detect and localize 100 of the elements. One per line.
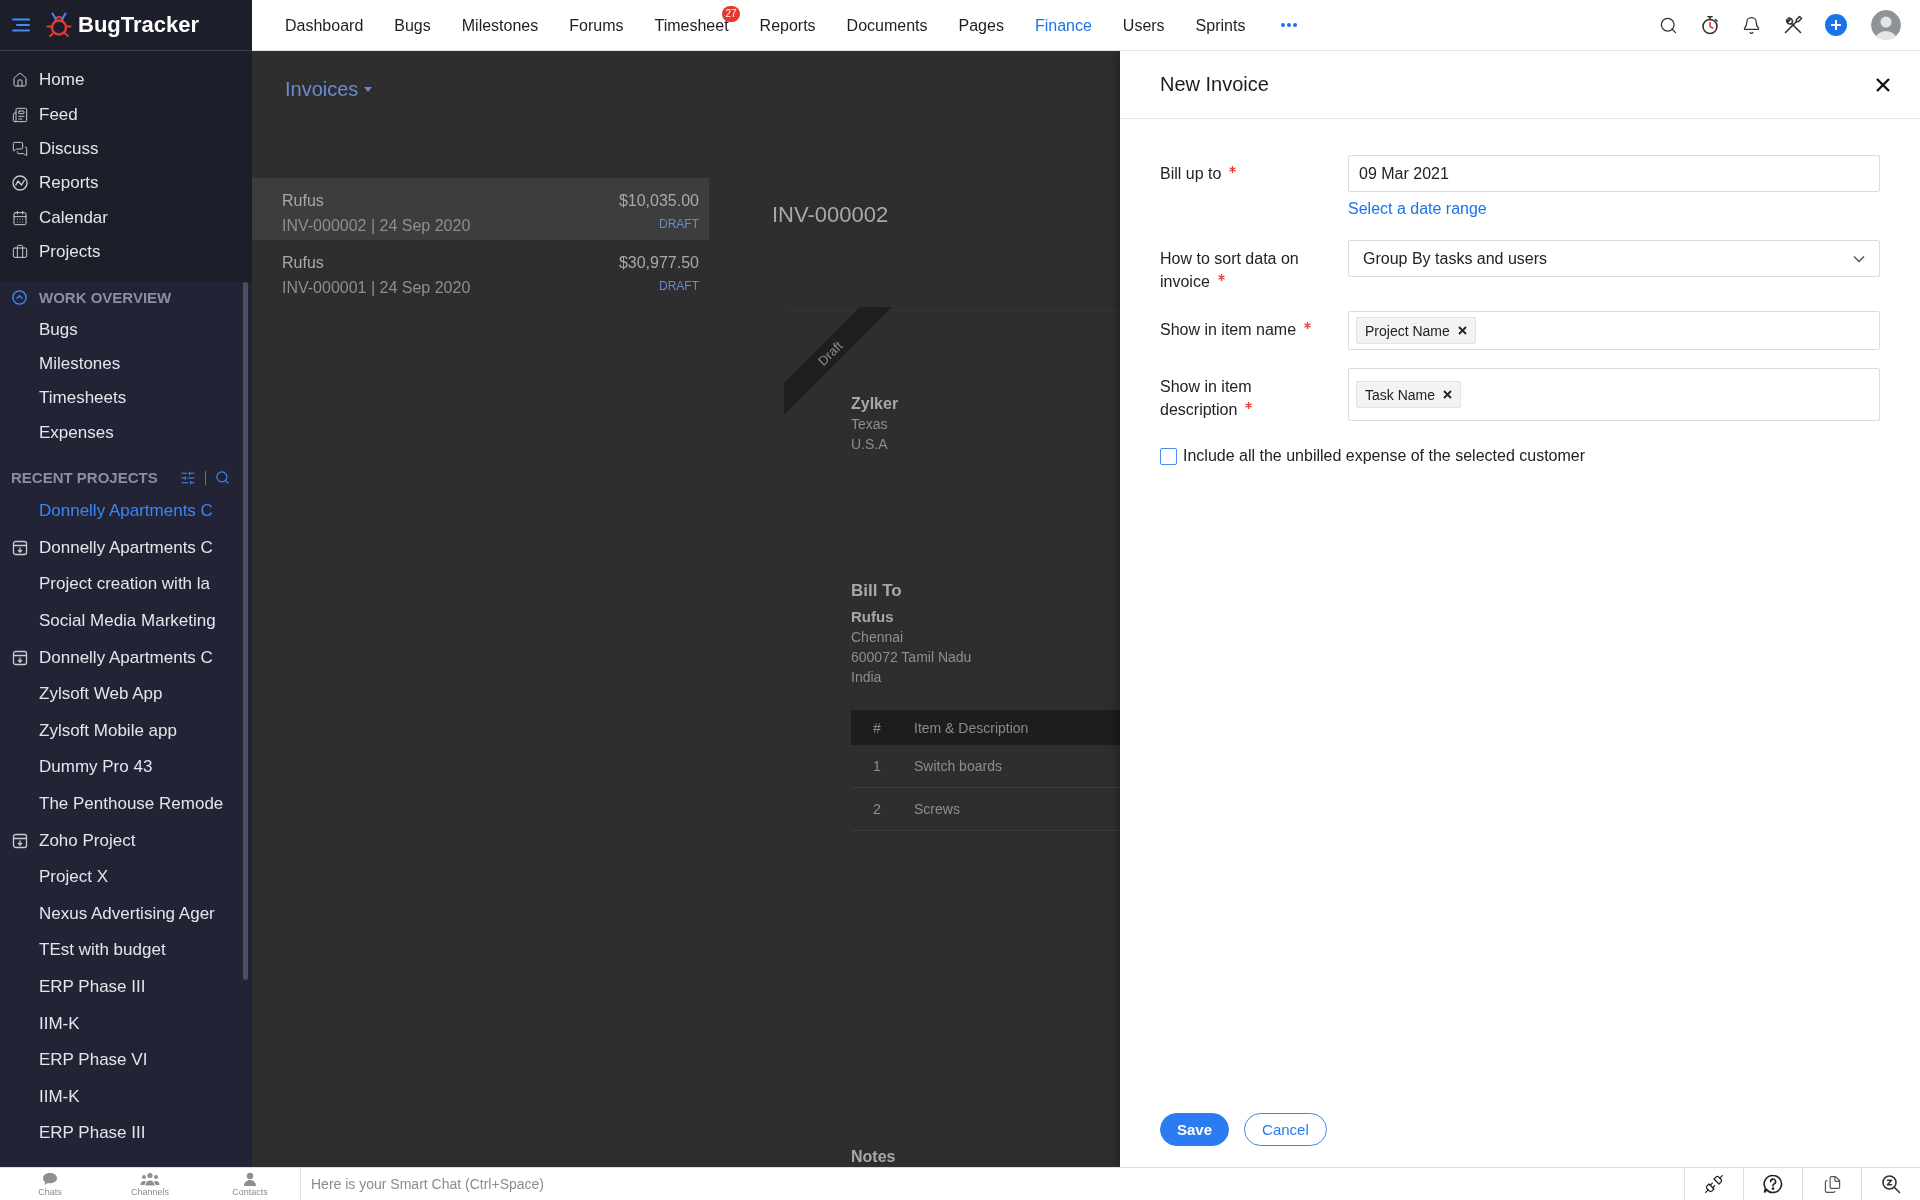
project-item[interactable]: Zylsoft Mobile app [0, 712, 252, 750]
tags-field[interactable]: Task Name [1348, 368, 1880, 421]
nav-tab[interactable]: Documents [846, 15, 928, 35]
sidebar-item[interactable]: Milestones [0, 346, 252, 382]
address-line: Texas [851, 415, 888, 434]
help-icon[interactable] [1763, 1174, 1783, 1194]
project-item[interactable]: The Penthouse Remode [0, 785, 252, 823]
chevron-up-circle-icon[interactable] [12, 289, 27, 305]
nav-tab[interactable]: Milestones [461, 15, 539, 35]
menu-icon[interactable] [12, 18, 30, 32]
newspaper-icon [12, 106, 28, 123]
sidebar-item[interactable]: Calendar [0, 200, 252, 235]
remove-icon[interactable] [1457, 326, 1467, 335]
invoice-row[interactable]: Rufus $10,035.00 INV-000002 | 24 Sep 2020 DRAFT [252, 178, 709, 240]
project-item[interactable]: Social Media Marketing [0, 602, 252, 640]
project-item[interactable]: TEst with budget [0, 932, 252, 969]
date-field[interactable]: 09 Mar 2021 [1348, 155, 1880, 192]
column-header: Item & Description [914, 719, 1029, 736]
project-item[interactable]: Project creation with la [0, 566, 252, 603]
sidebar-item[interactable]: Projects [0, 234, 252, 270]
project-item[interactable]: Donnelly Apartments C [0, 639, 252, 676]
cancel-button[interactable]: Cancel [1244, 1113, 1327, 1146]
project-item[interactable]: Zoho Project [0, 822, 252, 859]
invoice-reference: INV-000001 | 24 Sep 2020 [282, 277, 471, 298]
zoom-search-icon[interactable] [1881, 1174, 1901, 1194]
avatar-icon[interactable] [1871, 10, 1901, 40]
table-cell-text: 2 [872, 801, 882, 817]
section-title: RECENT PROJECTS [11, 469, 158, 487]
close-icon[interactable] [1876, 77, 1890, 92]
project-item[interactable]: ERP Phase VI [0, 1041, 252, 1079]
tag-chip[interactable]: Project Name [1356, 317, 1476, 344]
scrollbar[interactable] [243, 282, 248, 980]
status-label: DRAFT [659, 215, 699, 233]
sort-select[interactable]: Group By tasks and users [1348, 240, 1880, 277]
bell-icon[interactable] [1742, 15, 1761, 35]
project-item[interactable]: IIM-K [0, 1005, 252, 1042]
nav-tab[interactable]: Bugs [394, 15, 431, 35]
address-line: 600072 Tamil Nadu [851, 648, 972, 667]
save-button[interactable]: Save [1160, 1113, 1230, 1146]
invoice-number: INV-000002 [772, 202, 889, 228]
sidebar-item[interactable]: Reports [0, 166, 252, 201]
checkbox-label: Include all the unbilled expense of the selected customer [1183, 447, 1586, 465]
archive-box-icon [12, 832, 28, 849]
chat-tab[interactable]: Chats [0, 1168, 100, 1200]
project-item[interactable]: Zylsoft Web App [0, 675, 252, 713]
project-item[interactable]: Nexus Advertising Ager [0, 895, 252, 933]
remove-icon[interactable] [1443, 390, 1453, 399]
add-icon[interactable] [1825, 14, 1847, 36]
nav-tab[interactable]: Users [1122, 15, 1165, 35]
nav-tab[interactable]: Pages [958, 15, 1004, 35]
table-cell-text: 1 [872, 758, 882, 774]
chat-tab[interactable]: Contacts [200, 1168, 300, 1200]
nav-tab[interactable]: Timesheet 27 [654, 5, 740, 45]
customer-name: Rufus [282, 253, 324, 273]
field-label: Show in item description [1160, 377, 1254, 420]
chat-tab[interactable]: Channels [100, 1168, 200, 1200]
required-asterisk-icon [1245, 402, 1253, 409]
project-item[interactable]: Project X [0, 858, 252, 896]
sidebar-item[interactable]: Feed [0, 97, 252, 132]
stopwatch-icon[interactable] [1700, 15, 1720, 35]
project-item[interactable]: Donnelly Apartments C [0, 529, 252, 567]
sidebar-item[interactable]: Expenses [0, 415, 252, 450]
sidebar-item[interactable]: Home [0, 63, 252, 98]
company-name: Zylker [851, 394, 899, 414]
checkbox[interactable] [1160, 447, 1177, 465]
project-item[interactable]: ERP Phase III [0, 1115, 252, 1152]
project-item[interactable]: IIM-K [0, 1078, 252, 1115]
nav-tab[interactable]: Forums [569, 15, 624, 35]
project-item[interactable]: Dummy Pro 43 [0, 749, 252, 786]
unplug-icon[interactable] [1704, 1174, 1724, 1194]
caret-icon [364, 86, 373, 92]
more-icon[interactable] [1281, 23, 1298, 27]
address-line: U.S.A [851, 435, 888, 454]
status-label: DRAFT [659, 277, 699, 295]
project-item[interactable]: Donnelly Apartments C [0, 492, 252, 530]
project-item[interactable]: ERP Phase III [0, 968, 252, 1006]
sidebar-item[interactable]: Timesheets [0, 381, 252, 416]
sidebar-item[interactable]: Bugs [0, 312, 252, 347]
documents-icon[interactable] [1822, 1174, 1842, 1194]
tag-chip[interactable]: Task Name [1356, 381, 1462, 408]
tags-field[interactable]: Project Name [1348, 311, 1880, 350]
sidebar-item[interactable]: Discuss [0, 131, 252, 167]
person-icon [243, 1172, 257, 1186]
sliders-icon[interactable] [180, 469, 196, 486]
column-header: # [872, 719, 882, 736]
people-group-icon [140, 1172, 160, 1186]
invoice-reference: INV-000002 | 24 Sep 2020 [282, 215, 471, 236]
bug-icon [46, 12, 72, 38]
nav-tab[interactable]: Dashboard [285, 15, 364, 35]
nav-tab[interactable]: Finance [1034, 15, 1092, 35]
invoice-amount: $30,977.50 [618, 253, 699, 273]
date-range-link[interactable]: Select a date range [1348, 199, 1487, 219]
count-badge: 27 [722, 5, 740, 22]
tools-icon[interactable] [1783, 15, 1803, 35]
nav-tab[interactable]: Sprints [1195, 15, 1246, 35]
nav-tab[interactable]: Reports [759, 15, 816, 35]
search-icon[interactable] [1659, 15, 1678, 35]
page-title[interactable]: Invoices [285, 77, 359, 101]
customer-name: Rufus [851, 607, 894, 627]
chat-bubble-icon [42, 1172, 58, 1186]
